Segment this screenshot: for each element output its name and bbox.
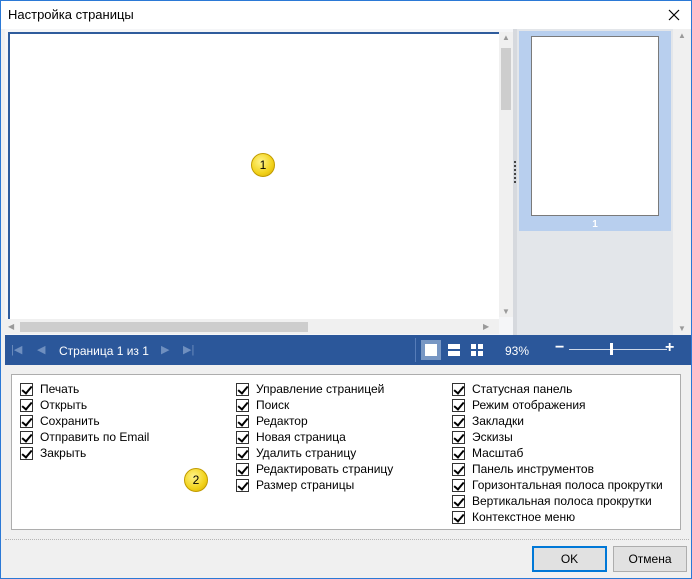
checkbox-checked-icon[interactable] [452,414,465,428]
checkbox-checked-icon[interactable] [236,398,249,412]
zoom-slider-track[interactable] [569,349,667,350]
document-viewer: 1 ▲ ▼ ◀ ▶ 1 ▲ ▼ [5,29,691,335]
cancel-button[interactable]: Отмена [613,546,687,572]
grid-view-icon [471,344,483,356]
callout-marker-2: 2 [184,468,208,492]
thumbnail-scrollbar[interactable]: ▲ ▼ [673,29,691,335]
checkbox-checked-icon[interactable] [452,382,465,396]
checkbox-checked-icon[interactable] [20,398,33,412]
page-canvas [8,32,499,321]
close-button[interactable] [657,1,691,29]
option-close[interactable]: Закрыть [20,445,149,461]
zoom-slider-handle[interactable] [610,343,613,355]
option-open[interactable]: Открыть [20,397,149,413]
checkbox-checked-icon[interactable] [452,494,465,508]
scroll-down-icon[interactable]: ▼ [502,307,510,316]
thumb-scroll-down-icon[interactable]: ▼ [678,324,686,333]
callout-marker-1: 1 [251,153,275,177]
footer-divider [5,539,689,540]
option-view-mode[interactable]: Режим отображения [452,397,663,413]
zoom-out-icon[interactable]: − [555,339,564,357]
zoom-in-icon[interactable]: + [665,339,674,357]
options-column-3: Статусная панель Режим отображения Закла… [452,381,663,525]
checkbox-checked-icon[interactable] [20,414,33,428]
option-edit-page[interactable]: Редактировать страницу [236,461,393,477]
option-page-management[interactable]: Управление страницей [236,381,393,397]
checkbox-checked-icon[interactable] [452,462,465,476]
page-area[interactable]: 1 ▲ ▼ ◀ ▶ [5,29,513,335]
previous-page-icon[interactable]: ◀ [37,343,45,356]
checkbox-checked-icon[interactable] [452,398,465,412]
options-column-1: Печать Открыть Сохранить Отправить по Em… [20,381,149,461]
scroll-up-icon[interactable]: ▲ [502,33,510,42]
options-column-2: Управление страницей Поиск Редактор Нова… [236,381,393,493]
option-page-size[interactable]: Размер страницы [236,477,393,493]
checkbox-checked-icon[interactable] [20,430,33,444]
last-page-icon[interactable]: ▶| [183,343,194,356]
thumbnail-pane: 1 ▲ ▼ [517,29,691,335]
multi-page-view-button[interactable] [467,340,487,360]
checkbox-checked-icon[interactable] [236,430,249,444]
checkbox-checked-icon[interactable] [20,446,33,460]
page-horizontal-scrollbar[interactable]: ◀ ▶ [5,319,499,334]
page-vertical-scrollbar[interactable]: ▲ ▼ [499,32,513,317]
close-icon [668,9,680,21]
title-bar: Настройка страницы [1,1,691,29]
checkbox-checked-icon[interactable] [236,446,249,460]
checkbox-checked-icon[interactable] [452,430,465,444]
option-zoom[interactable]: Масштаб [452,445,663,461]
horizontal-scroll-thumb[interactable] [20,322,308,332]
thumbnail-page [531,36,659,216]
option-editor[interactable]: Редактор [236,413,393,429]
ok-button[interactable]: OK [532,546,607,572]
checkbox-checked-icon[interactable] [236,414,249,428]
page-setup-dialog: Настройка страницы 1 ▲ ▼ ◀ ▶ 1 ▲ ▼ |◀ ◀ … [0,0,692,579]
checkbox-checked-icon[interactable] [452,446,465,460]
window-title: Настройка страницы [8,7,134,22]
thumb-scroll-up-icon[interactable]: ▲ [678,31,686,40]
option-new-page[interactable]: Новая страница [236,429,393,445]
option-vertical-scrollbar[interactable]: Вертикальная полоса прокрутки [452,493,663,509]
option-bookmarks[interactable]: Закладки [452,413,663,429]
thumbnail-item[interactable]: 1 [519,31,671,231]
vertical-scroll-thumb[interactable] [501,48,511,110]
option-print[interactable]: Печать [20,381,149,397]
page-status: Страница 1 из 1 [59,344,149,358]
next-page-icon[interactable]: ▶ [161,343,169,356]
option-delete-page[interactable]: Удалить страницу [236,445,393,461]
checkbox-checked-icon[interactable] [236,382,249,396]
option-horizontal-scrollbar[interactable]: Горизонтальная полоса прокрутки [452,477,663,493]
viewer-toolbar: |◀ ◀ Страница 1 из 1 ▶ ▶| 93% − + [5,335,691,365]
scroll-left-icon[interactable]: ◀ [8,322,14,331]
options-panel: Печать Открыть Сохранить Отправить по Em… [11,374,681,530]
checkbox-checked-icon[interactable] [452,510,465,524]
zoom-level: 93% [505,344,530,358]
option-context-menu[interactable]: Контекстное меню [452,509,663,525]
single-page-icon [425,344,437,356]
first-page-icon[interactable]: |◀ [11,343,22,356]
checkbox-checked-icon[interactable] [236,462,249,476]
checkbox-checked-icon[interactable] [20,382,33,396]
continuous-pages-icon [448,344,460,356]
option-toolbar[interactable]: Панель инструментов [452,461,663,477]
option-send-email[interactable]: Отправить по Email [20,429,149,445]
scroll-right-icon[interactable]: ▶ [483,322,489,331]
continuous-view-button[interactable] [444,340,464,360]
thumbnail-label: 1 [592,219,598,230]
option-search[interactable]: Поиск [236,397,393,413]
checkbox-checked-icon[interactable] [236,478,249,492]
splitter-grip-icon[interactable] [514,161,516,183]
option-save[interactable]: Сохранить [20,413,149,429]
single-page-view-button[interactable] [421,340,441,360]
toolbar-divider [415,338,416,362]
option-status-bar[interactable]: Статусная панель [452,381,663,397]
option-thumbnails[interactable]: Эскизы [452,429,663,445]
checkbox-checked-icon[interactable] [452,478,465,492]
